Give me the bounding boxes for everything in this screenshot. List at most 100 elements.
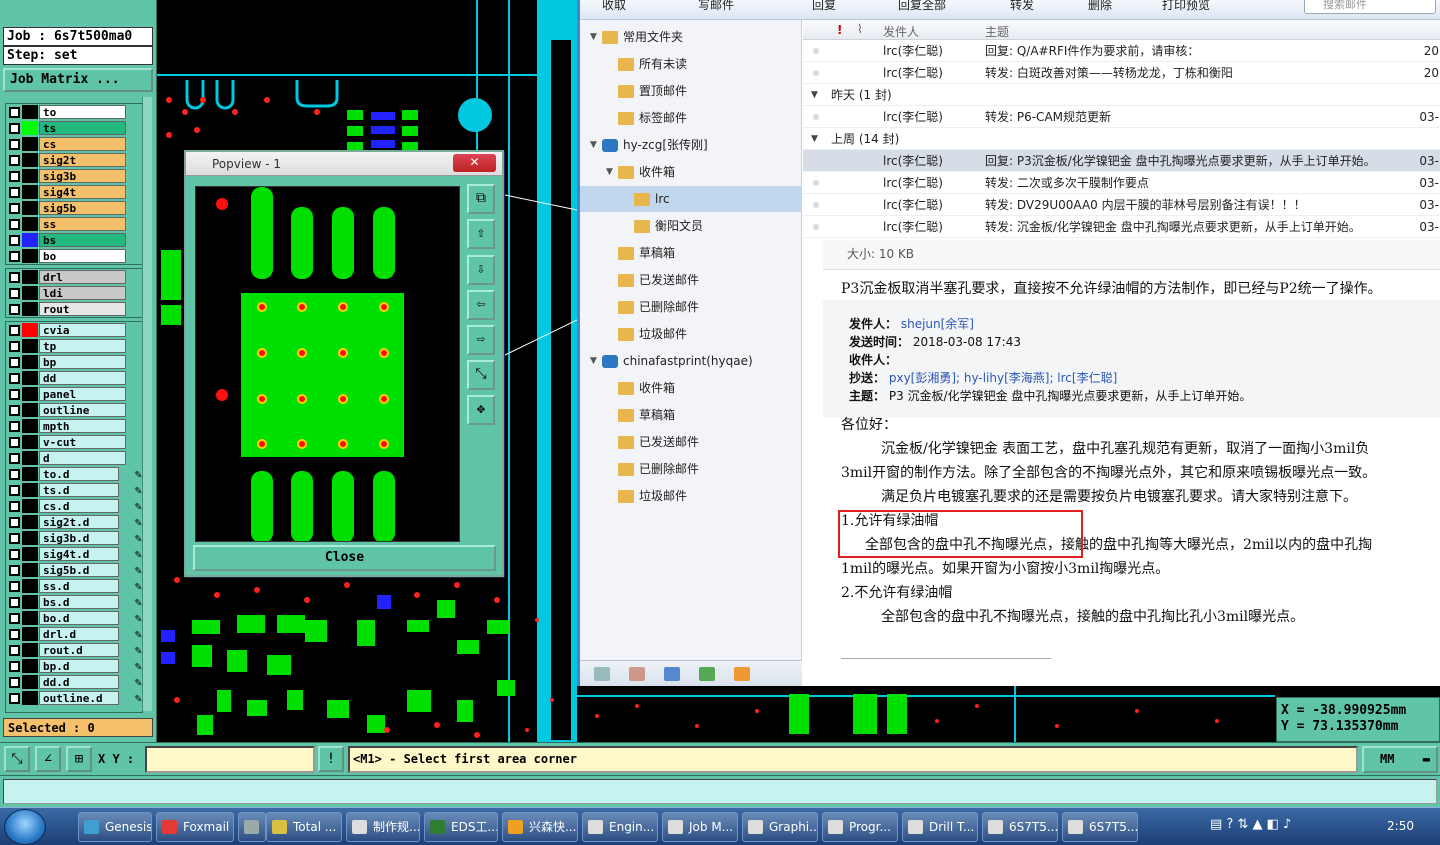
delete-button[interactable]: 删除	[1088, 0, 1112, 16]
layer-checkbox[interactable]	[9, 218, 20, 230]
layer-color-swatch[interactable]	[22, 323, 38, 337]
forward-button[interactable]: 转发	[1010, 0, 1034, 16]
layer-color-swatch[interactable]	[22, 531, 38, 545]
pan-down-icon[interactable]: ⇩	[467, 255, 495, 285]
layer-name[interactable]: drl.d	[39, 627, 119, 641]
layer-color-swatch[interactable]	[22, 137, 38, 151]
layer-name[interactable]: sig3b	[39, 169, 126, 183]
layer-checkbox[interactable]	[9, 676, 20, 688]
layer-checkbox[interactable]	[9, 250, 20, 262]
mail-row[interactable]: lrc(李仁聪) 回复: Q/A#RFI件作为要求前，请审核： 20	[803, 40, 1440, 62]
layer-color-swatch[interactable]	[22, 286, 38, 300]
pan-left-icon[interactable]: ⇦	[467, 290, 495, 320]
units-select[interactable]: MM ▬	[1362, 746, 1438, 773]
layer-checkbox[interactable]	[9, 154, 20, 166]
mail-icon[interactable]	[594, 667, 610, 681]
unread-dot-icon[interactable]	[813, 202, 819, 208]
command-input[interactable]	[3, 779, 1437, 804]
folder-item[interactable]: ▼ 常用文件夹	[580, 24, 802, 50]
layer-name[interactable]: bp	[39, 355, 126, 369]
layer-color-swatch[interactable]	[22, 563, 38, 577]
layer-name[interactable]: sig4t.d	[39, 547, 119, 561]
attachment-icon[interactable]: ⌇	[857, 22, 863, 36]
mail-row[interactable]: lrc(李仁聪) 转发: 白斑改善对策——转杨龙龙，丁栋和衡阳 20	[803, 62, 1440, 84]
taskbar-button[interactable]: Genesis	[78, 812, 152, 842]
layer-checkbox[interactable]	[9, 548, 20, 560]
layer-row[interactable]: bs.d ✎	[6, 594, 142, 610]
layer-name[interactable]: drl	[39, 270, 126, 284]
taskbar-button[interactable]: Foxmail	[156, 812, 234, 842]
layer-name[interactable]: to.d	[39, 467, 119, 481]
layer-row[interactable]: to.d ✎	[6, 466, 142, 482]
layer-color-swatch[interactable]	[22, 547, 38, 561]
folder-item[interactable]: 草稿箱	[580, 240, 802, 266]
print-preview-button[interactable]: 打印预览	[1162, 0, 1210, 16]
popview-canvas[interactable]	[195, 186, 460, 543]
layer-name[interactable]: cs	[39, 137, 126, 151]
layer-name[interactable]: rout.d	[39, 643, 119, 657]
layer-checkbox[interactable]	[9, 356, 20, 368]
group-lastweek[interactable]: ▼ 上周 (14 封)	[803, 128, 1440, 150]
layer-color-swatch[interactable]	[22, 515, 38, 529]
start-button[interactable]	[4, 809, 46, 845]
unread-dot-icon[interactable]	[813, 180, 819, 186]
layer-row[interactable]: ss.d ✎	[6, 578, 142, 594]
taskbar-button[interactable]: 6S7T5...	[982, 812, 1058, 842]
layer-row[interactable]: v-cut	[6, 434, 142, 450]
layer-name[interactable]: sig4t	[39, 185, 126, 199]
layer-row[interactable]: sig5b	[6, 200, 142, 216]
layer-name[interactable]: dd	[39, 371, 126, 385]
layer-row[interactable]: to	[6, 104, 142, 120]
layer-row[interactable]: dd.d ✎	[6, 674, 142, 690]
layer-color-swatch[interactable]	[22, 121, 38, 135]
layer-checkbox[interactable]	[9, 596, 20, 608]
mail-row[interactable]: lrc(李仁聪) 回复: P3沉金板/化学镍钯金 盘中孔掏曝光点要求更新，从手上订…	[803, 150, 1440, 172]
layer-checkbox[interactable]	[9, 692, 20, 704]
taskbar-button[interactable]: Engin...	[582, 812, 658, 842]
layer-name[interactable]: bo	[39, 249, 126, 263]
sender-link[interactable]: shejun[余军]	[901, 317, 974, 331]
layer-row[interactable]: ss	[6, 216, 142, 232]
folder-item[interactable]: 已发送邮件	[580, 429, 802, 455]
layer-name[interactable]: sig2t	[39, 153, 126, 167]
layer-row[interactable]: sig3b	[6, 168, 142, 184]
layer-row[interactable]: sig4t.d ✎	[6, 546, 142, 562]
layer-name[interactable]: bs	[39, 233, 126, 247]
popview-close-button[interactable]: Close	[193, 545, 496, 571]
layer-name[interactable]: sig5b.d	[39, 563, 119, 577]
layer-color-swatch[interactable]	[22, 233, 38, 247]
pan-right-icon[interactable]: ⇨	[467, 325, 495, 355]
layer-checkbox[interactable]	[9, 287, 20, 299]
folder-item[interactable]: 收件箱	[580, 375, 802, 401]
layer-name[interactable]: ts.d	[39, 483, 119, 497]
folder-item[interactable]: 草稿箱	[580, 402, 802, 428]
snap-icon[interactable]: ⤡	[4, 746, 30, 772]
folder-item[interactable]: 垃圾邮件	[580, 483, 802, 509]
layer-color-swatch[interactable]	[22, 467, 38, 481]
layer-color-swatch[interactable]	[22, 579, 38, 593]
layer-row[interactable]: bs	[6, 232, 142, 248]
layer-row[interactable]: rout	[6, 301, 142, 317]
layer-name[interactable]: cvia	[39, 323, 126, 337]
mail-row[interactable]: lrc(李仁聪) 转发: 二次或多次干膜制作要点 03-	[803, 172, 1440, 194]
unread-dot-icon[interactable]	[813, 48, 819, 54]
layer-checkbox[interactable]	[9, 138, 20, 150]
reply-button[interactable]: 回复	[812, 0, 836, 16]
col-from[interactable]: 发件人	[883, 23, 919, 40]
layer-name[interactable]: d	[39, 451, 126, 465]
layer-name[interactable]: outline.d	[39, 691, 119, 705]
layer-row[interactable]: sig2t.d ✎	[6, 514, 142, 530]
layer-checkbox[interactable]	[9, 436, 20, 448]
layer-row[interactable]: drl.d ✎	[6, 626, 142, 642]
layer-name[interactable]: ss.d	[39, 579, 119, 593]
layer-row[interactable]: sig5b.d ✎	[6, 562, 142, 578]
layer-checkbox[interactable]	[9, 271, 20, 283]
pan-up-icon[interactable]: ⇧	[467, 219, 495, 249]
layer-color-swatch[interactable]	[22, 371, 38, 385]
calendar-icon[interactable]	[664, 667, 680, 681]
layer-row[interactable]: bo	[6, 248, 142, 264]
layer-checkbox[interactable]	[9, 404, 20, 416]
tray-icons[interactable]: ▤ ? ⇅ ▲ ◧ ♪	[1210, 817, 1291, 832]
layer-row[interactable]: sig3b.d ✎	[6, 530, 142, 546]
layer-row[interactable]: dd	[6, 370, 142, 386]
